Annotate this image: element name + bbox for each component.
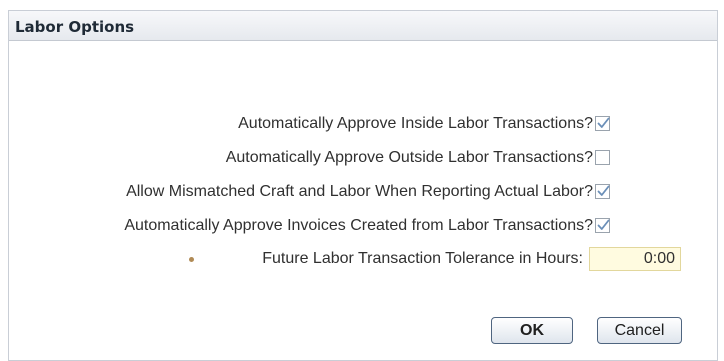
option-label-approve-invoices: Automatically Approve Invoices Created f… — [124, 217, 593, 234]
option-row-outside-labor: Automatically Approve Outside Labor Tran… — [226, 147, 593, 169]
cancel-button[interactable]: Cancel — [597, 317, 682, 344]
option-label-mismatched-craft: Allow Mismatched Craft and Labor When Re… — [126, 183, 593, 200]
checkmark-icon — [597, 219, 610, 230]
checkmark-icon — [597, 185, 610, 196]
tolerance-label: Future Labor Transaction Tolerance in Ho… — [262, 250, 583, 267]
checkbox-outside-labor[interactable] — [595, 150, 610, 165]
option-row-inside-labor: Automatically Approve Inside Labor Trans… — [238, 113, 593, 135]
checkbox-mismatched-craft[interactable] — [595, 184, 610, 199]
option-label-inside-labor: Automatically Approve Inside Labor Trans… — [238, 115, 593, 132]
option-row-approve-invoices: Automatically Approve Invoices Created f… — [124, 215, 593, 237]
checkbox-approve-invoices[interactable] — [595, 218, 610, 233]
checkmark-icon — [597, 117, 610, 128]
dialog-title: Labor Options — [15, 18, 135, 36]
checkbox-inside-labor[interactable] — [595, 116, 610, 131]
required-dot-icon — [189, 257, 194, 262]
tolerance-row: Future Labor Transaction Tolerance in Ho… — [262, 248, 583, 270]
option-label-outside-labor: Automatically Approve Outside Labor Tran… — [225, 149, 593, 166]
tolerance-hours-input[interactable] — [589, 247, 681, 271]
option-row-mismatched-craft: Allow Mismatched Craft and Labor When Re… — [126, 181, 593, 203]
ok-button[interactable]: OK — [491, 317, 573, 344]
dialog-titlebar[interactable]: Labor Options — [9, 11, 717, 41]
labor-options-dialog: Labor Options Automatically Approve Insi… — [8, 10, 718, 361]
